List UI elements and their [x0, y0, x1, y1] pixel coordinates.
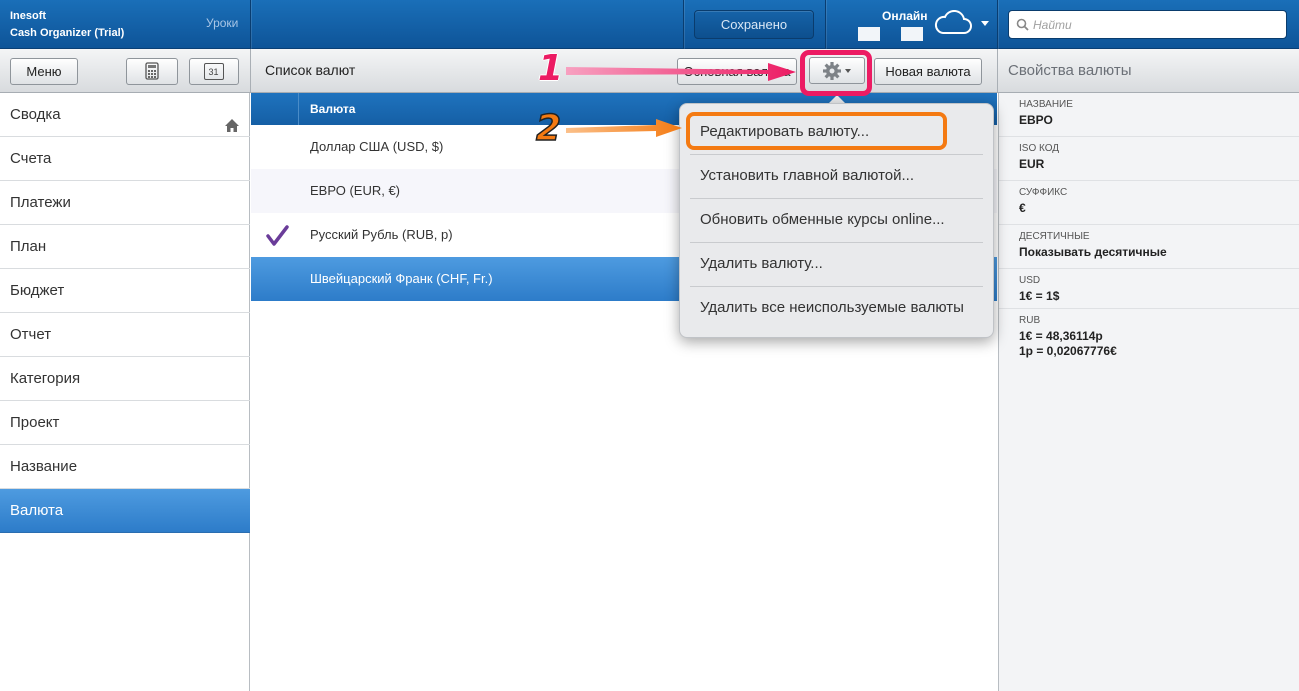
vendor-name: Inesoft: [10, 10, 47, 22]
app-brand: Inesoft Cash Organizer (Trial): [10, 8, 124, 42]
sidebar-item-label: Название: [10, 458, 78, 475]
lessons-link[interactable]: Уроки: [206, 16, 238, 30]
cloud-icon[interactable]: [934, 9, 972, 39]
property-key: СУФФИКС: [1019, 187, 1068, 198]
sidebar-item-project[interactable]: Проект: [0, 401, 250, 445]
sidebar-item-budget[interactable]: Бюджет: [0, 269, 250, 313]
property-value: 1€ = 48,36114р: [1019, 329, 1103, 343]
property-iso-code: ISO КОД EUR: [999, 137, 1299, 181]
property-value: 1€ = 1$: [1019, 289, 1060, 303]
property-key: USD: [1019, 275, 1041, 286]
step-1-label: 1: [538, 48, 564, 89]
property-value: 1р = 0,02067776€: [1019, 344, 1117, 358]
calculator-button[interactable]: [126, 58, 178, 85]
menu-item-update-rates[interactable]: Обновить обменные курсы online...: [680, 198, 993, 242]
sidebar-item-label: Отчет: [10, 326, 52, 343]
currency-name: Русский Рубль (RUB, р): [310, 227, 453, 242]
properties-panel: НАЗВАНИЕ ЕВРО ISO КОД EUR СУФФИКС € ДЕСЯ…: [998, 93, 1299, 691]
calendar-day: 31: [208, 67, 219, 77]
step-2-label: 2: [535, 107, 562, 150]
header-divider: [825, 0, 826, 49]
property-key: ISO КОД: [1019, 143, 1060, 154]
property-key: RUB: [1019, 315, 1041, 326]
search-box[interactable]: [1008, 10, 1287, 39]
toolbar-divider: [997, 49, 998, 93]
property-suffix: СУФФИКС €: [999, 181, 1299, 225]
main-currency-button[interactable]: Основная валюта: [677, 58, 797, 85]
sidebar-item-label: Сводка: [10, 106, 61, 123]
menu-button[interactable]: Меню: [10, 58, 78, 85]
header-divider: [997, 0, 998, 49]
sidebar-item-category[interactable]: Категория: [0, 357, 250, 401]
search-input[interactable]: [1033, 11, 1283, 38]
calendar-button[interactable]: 31: [189, 58, 239, 85]
sidebar-item-accounts[interactable]: Счета: [0, 137, 250, 181]
calendar-icon: 31: [204, 63, 224, 80]
new-currency-button[interactable]: Новая валюта: [874, 58, 982, 85]
property-value: ЕВРО: [1019, 113, 1053, 127]
sidebar-item-label: План: [10, 238, 47, 255]
search-icon: [1016, 18, 1029, 34]
chevron-down-icon[interactable]: [981, 21, 989, 26]
currency-name: Швейцарский Франк (CHF, Fr.): [310, 271, 493, 286]
online-label: Онлайн: [882, 9, 928, 23]
app-name: Cash Organizer (Trial): [10, 27, 125, 39]
online-indicator: [858, 27, 880, 41]
sidebar-item-label: Платежи: [10, 194, 71, 211]
menu-item-delete-unused[interactable]: Удалить все неиспользуемые валюты: [680, 286, 993, 330]
sidebar-item-payments[interactable]: Платежи: [0, 181, 250, 225]
property-value: EUR: [1019, 157, 1045, 171]
header-divider: [298, 93, 299, 125]
property-value: Показывать десятичные: [1019, 245, 1167, 259]
property-rate-usd: USD 1€ = 1$: [999, 269, 1299, 309]
highlight-edit-item: [686, 112, 947, 150]
header-divider: [683, 0, 684, 49]
toolbar-divider: [250, 49, 251, 93]
sidebar-item-summary[interactable]: Сводка: [0, 93, 250, 137]
property-decimals: ДЕСЯТИЧНЫЕ Показывать десятичные: [999, 225, 1299, 269]
sidebar-item-currency[interactable]: Валюта: [0, 489, 250, 533]
list-title: Список валют: [265, 62, 356, 78]
toolbar: Меню 31 Список валют Основная валюта Нов…: [0, 49, 1299, 93]
sidebar-item-label: Проект: [10, 414, 60, 431]
highlight-gear-button: [800, 50, 872, 96]
property-key: НАЗВАНИЕ: [1019, 99, 1073, 110]
currency-name: ЕВРО (EUR, €): [310, 183, 401, 198]
currency-name: Доллар США (USD, $): [310, 139, 444, 154]
menu-item-delete-currency[interactable]: Удалить валюту...: [680, 242, 993, 286]
sidebar-item-label: Бюджет: [10, 282, 65, 299]
sidebar-item-report[interactable]: Отчет: [0, 313, 250, 357]
online-indicator: [901, 27, 923, 41]
header-divider: [250, 0, 251, 49]
saved-button[interactable]: Сохранено: [694, 10, 814, 39]
property-name: НАЗВАНИЕ ЕВРО: [999, 93, 1299, 137]
top-header-bar: Inesoft Cash Organizer (Trial) Уроки Сох…: [0, 0, 1299, 49]
column-header-currency[interactable]: Валюта: [310, 102, 355, 116]
property-key: ДЕСЯТИЧНЫЕ: [1019, 231, 1090, 242]
properties-title: Свойства валюты: [1008, 62, 1132, 79]
sidebar-item-payee[interactable]: Название: [0, 445, 250, 489]
sidebar-item-label: Валюта: [10, 502, 64, 519]
property-rate-rub: RUB 1€ = 48,36114р 1р = 0,02067776€: [999, 309, 1299, 369]
sidebar: Сводка Счета Платежи План Бюджет Отчет К…: [0, 93, 250, 691]
sidebar-item-label: Категория: [10, 370, 81, 387]
calculator-icon: [145, 62, 159, 80]
sidebar-item-plan[interactable]: План: [0, 225, 250, 269]
sidebar-item-label: Счета: [10, 150, 52, 167]
menu-item-set-main-currency[interactable]: Установить главной валютой...: [680, 154, 993, 198]
property-value: €: [1019, 201, 1026, 215]
